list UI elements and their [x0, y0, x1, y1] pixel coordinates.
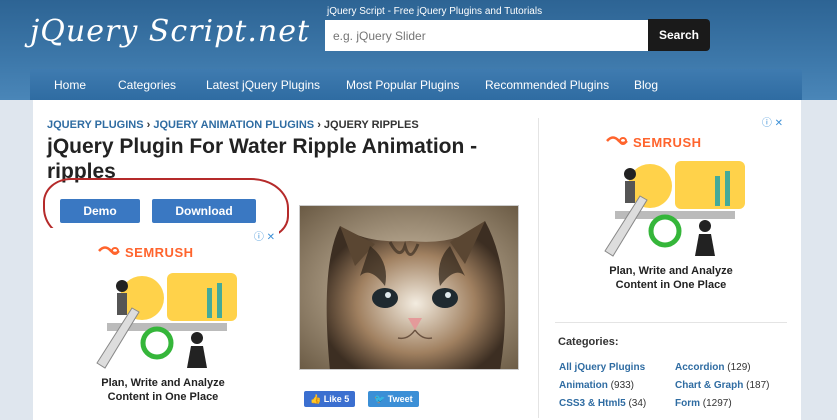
ad-text-line2: Content in One Place — [615, 279, 727, 291]
category-link[interactable]: All jQuery Plugins — [559, 362, 645, 373]
nav-blog[interactable]: Blog — [634, 78, 658, 92]
download-button[interactable]: Download — [152, 199, 256, 223]
breadcrumb: JQUERY PLUGINS › JQUERY ANIMATION PLUGIN… — [47, 119, 419, 131]
sidebar-separator — [555, 322, 787, 323]
breadcrumb-separator: › — [146, 119, 151, 131]
site-header: jQuery Script - Free jQuery Plugins and … — [0, 0, 837, 100]
category-link[interactable]: Chart & Graph (187) — [675, 380, 769, 391]
kitten-image — [300, 206, 518, 369]
nav-latest-plugins[interactable]: Latest jQuery Plugins — [206, 78, 320, 92]
search-input[interactable] — [325, 20, 648, 51]
category-link[interactable]: Accordion (129) — [675, 362, 751, 373]
ad-text-line2: Content in One Place — [107, 391, 219, 403]
nav-home[interactable]: Home — [54, 78, 86, 92]
breadcrumb-separator: › — [317, 119, 321, 131]
semrush-brand: SEMRUSH — [125, 245, 194, 260]
category-link[interactable]: CSS3 & Html5 (34) — [559, 398, 646, 409]
ad-banner-left[interactable]: ⓘ ✕ SEMRUSH Plan, Write and Analyze Cont… — [47, 228, 279, 420]
categories-title: Categories: — [558, 336, 619, 348]
tweet-button[interactable]: 🐦 Tweet — [368, 391, 419, 407]
ad-info-icon[interactable]: ⓘ ✕ — [762, 114, 783, 129]
nav-popular-plugins[interactable]: Most Popular Plugins — [346, 78, 459, 92]
page-title: jQuery Plugin For Water Ripple Animation… — [47, 135, 478, 183]
like-label: Like 5 — [323, 394, 350, 404]
ad-info-icon[interactable]: ⓘ ✕ — [254, 228, 275, 243]
site-logo[interactable]: jQuery Script.net — [30, 14, 310, 49]
ad-illustration — [96, 273, 237, 369]
site-tagline: jQuery Script - Free jQuery Plugins and … — [327, 6, 543, 17]
facebook-like-button[interactable]: 👍 Like 5 — [304, 391, 356, 407]
breadcrumb-current: JQUERY RIPPLES — [323, 119, 419, 131]
semrush-brand: SEMRUSH — [633, 135, 702, 150]
breadcrumb-plugins[interactable]: JQUERY PLUGINS — [47, 119, 144, 131]
breadcrumb-animation-plugins[interactable]: JQUERY ANIMATION PLUGINS — [153, 119, 314, 131]
category-link[interactable]: Animation (933) — [559, 380, 634, 391]
ad-illustration — [604, 161, 745, 257]
sidebar-divider — [538, 118, 539, 418]
nav-categories[interactable]: Categories — [118, 78, 176, 92]
thumbs-up-icon: 👍 — [310, 394, 322, 404]
search-button[interactable]: Search — [648, 19, 710, 51]
plugin-preview-image — [299, 205, 519, 370]
ad-text-line1: Plan, Write and Analyze — [609, 265, 733, 277]
main-nav: Home Categories Latest jQuery Plugins Mo… — [30, 69, 802, 100]
nav-recommended-plugins[interactable]: Recommended Plugins — [485, 78, 609, 92]
category-link[interactable]: Form (1297) — [675, 398, 732, 409]
tweet-label: Tweet — [387, 394, 413, 404]
semrush-logo-icon — [98, 246, 120, 255]
demo-button[interactable]: Demo — [60, 199, 140, 223]
ad-text-line1: Plan, Write and Analyze — [101, 377, 225, 389]
twitter-icon: 🐦 — [374, 394, 386, 404]
semrush-logo-icon — [606, 136, 628, 145]
ad-banner-right[interactable]: ⓘ ✕ SEMRUSH Plan, Write and Analyze Cont… — [555, 114, 787, 308]
